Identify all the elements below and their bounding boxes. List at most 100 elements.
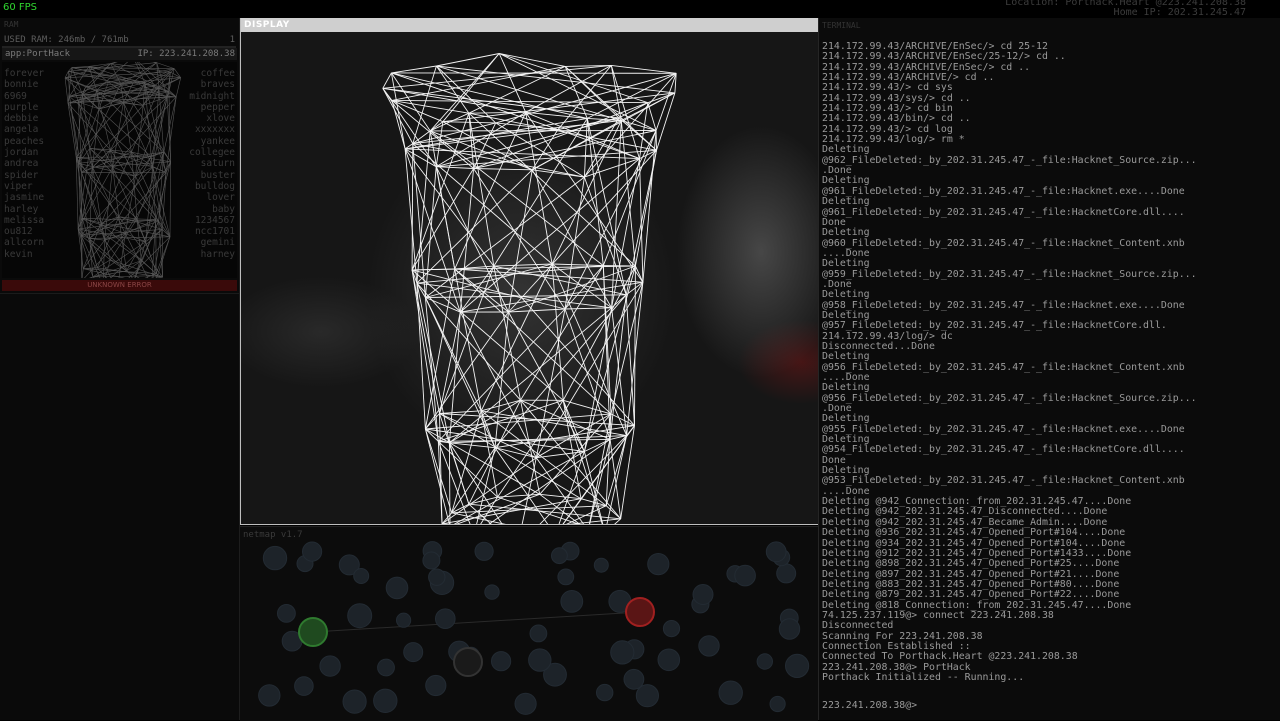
netmap-node[interactable] [492,652,511,671]
terminal-line: @962_FileDeleted:_by_202.31.245.47_-_fil… [822,156,1197,166]
netmap-node[interactable] [386,577,408,599]
netmap-node[interactable] [735,565,756,586]
wireframe-edge [474,169,533,170]
netmap-node[interactable] [426,675,446,695]
password-entry: kevin [4,249,44,260]
wireframe-edge [440,411,482,414]
netmap-node[interactable] [561,591,583,613]
netmap-node[interactable] [436,609,456,629]
wireframe-edge [481,400,520,411]
wireframe-edge [174,69,181,78]
netmap-node[interactable] [530,625,547,642]
netmap-node[interactable] [343,690,366,713]
wireframe-edge [391,73,430,131]
password-entry: 1234567 [189,215,235,226]
wireframe-edge [443,93,675,122]
wireframe-edge [565,66,587,118]
terminal-line: @958_FileDeleted:_by_202.31.245.47_-_fil… [822,301,1197,311]
top-status-bar: 60 FPS Location: Porthack.Heart @223.241… [0,0,1280,18]
netmap-node[interactable] [597,684,613,700]
netmap-home-node[interactable] [299,618,327,646]
netmap-node[interactable] [770,696,785,711]
netmap-node[interactable] [404,643,423,662]
wireframe-edge [521,400,540,494]
netmap-node[interactable] [719,681,742,704]
netmap-node[interactable] [259,685,280,706]
netmap-node[interactable] [378,659,395,676]
wireframe-edge [103,277,163,278]
wireframe-edge [99,72,170,109]
terminal-line: ....Done [822,373,1197,383]
password-entry: harney [189,249,235,260]
password-entry: xxxxxxx [189,124,235,135]
password-entry: yankee [189,136,235,147]
netmap-node[interactable] [475,542,493,560]
ram-panel: RAM USED RAM: 246mb / 761mb 1 app:PortHa… [0,18,240,720]
netmap-node[interactable] [611,641,634,664]
netmap-node[interactable] [699,636,719,656]
netmap-node[interactable] [786,654,809,677]
terminal-line: @956_FileDeleted:_by_202.31.245.47_-_fil… [822,394,1197,404]
netmap-node[interactable] [423,552,440,569]
netmap-node[interactable] [663,621,679,637]
wireframe-edge [90,237,170,239]
wireframe-edge [383,73,392,88]
netmap-node[interactable] [777,564,796,583]
wireframe-edge [111,62,133,64]
wireframe-edge [90,238,105,240]
password-entry: buster [189,170,235,181]
netmap-node[interactable] [757,654,772,669]
home-ip-text: Home IP: 202.31.245.47 [1005,8,1246,18]
netmap-node[interactable] [648,554,669,575]
wireframe-edge [552,264,603,266]
wireframe-edge [532,130,558,170]
terminal-prompt[interactable]: 223.241.208.38@> [822,700,917,711]
netmap-current-node[interactable] [454,648,482,676]
netmap-node[interactable] [552,548,568,564]
porthack-process-header[interactable]: app:PortHack IP: 223.241.208.38 [2,48,237,60]
netmap-node[interactable] [594,558,608,572]
password-entry: coffee [189,68,235,79]
netmap-node[interactable] [295,677,314,696]
terminal-line: 214.172.99.43/log/> rm * [822,135,1197,145]
netmap-node[interactable] [529,649,551,671]
terminal-panel[interactable]: TERMINAL 214.172.99.43/ARCHIVE/EnSec/> c… [818,18,1280,720]
ram-usage: USED RAM: 246mb / 761mb [4,35,129,45]
password-entry: bulldog [189,181,235,192]
password-entry: baby [189,204,235,215]
netmap-node[interactable] [779,619,799,639]
netmap-target-node[interactable] [626,598,654,626]
wireframe-edge [141,261,156,274]
netmap-canvas[interactable] [240,527,818,721]
netmap-node[interactable] [354,569,369,584]
netmap-node[interactable] [636,685,658,707]
netmap-node[interactable] [263,546,286,569]
process-name: app:PortHack [5,49,70,59]
netmap-node[interactable] [485,585,499,599]
password-entry: angela [4,124,44,135]
terminal-line: Done [822,456,1197,466]
netmap-node[interactable] [658,649,680,671]
wireframe-edge [164,152,171,162]
password-entry: ou812 [4,226,44,237]
terminal-line: .Done [822,166,1197,176]
netmap-node[interactable] [429,569,445,585]
wireframe-edge [635,266,643,282]
netmap-node[interactable] [558,569,574,585]
terminal-line: @954_FileDeleted:_by_202.31.245.47_-_fil… [822,445,1197,455]
netmap-node[interactable] [348,604,372,628]
netmap-node[interactable] [374,689,397,712]
password-entry: melissa [4,215,44,226]
netmap-node[interactable] [515,693,536,714]
location-readout: Location: Porthack.Heart @223.241.208.38… [1005,0,1246,18]
netmap-node[interactable] [397,613,411,627]
netmap-node[interactable] [766,542,786,562]
netmap-node[interactable] [320,656,340,676]
netmap-node[interactable] [693,585,713,605]
netmap-node[interactable] [278,605,296,623]
wireframe-edge [509,150,657,312]
wireframe-edge [176,78,181,97]
password-entry: 6969 [4,91,44,102]
netmap-node[interactable] [303,542,322,561]
wireframe-edge [499,54,648,103]
